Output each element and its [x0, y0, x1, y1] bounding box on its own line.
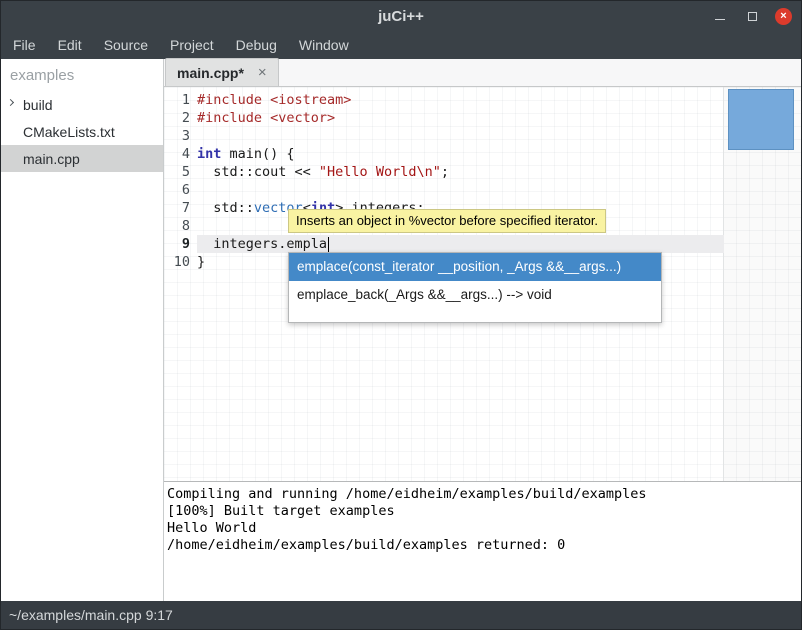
text-caret: [328, 237, 329, 252]
tree-item-label: build: [23, 97, 53, 113]
line-number: 1: [164, 91, 190, 109]
sidebar-item-maincpp[interactable]: main.cpp: [1, 145, 163, 172]
code-line[interactable]: #include <vector>: [197, 109, 724, 127]
tab-maincpp[interactable]: main.cpp* ×: [165, 58, 279, 86]
menu-source[interactable]: Source: [93, 33, 159, 57]
menu-file[interactable]: File: [2, 33, 47, 57]
close-icon: ×: [780, 10, 786, 22]
menu-window[interactable]: Window: [288, 33, 360, 57]
sidebar-item-cmakelists[interactable]: CMakeLists.txt: [1, 118, 163, 145]
title-bar: juCi++ ×: [1, 1, 801, 31]
chevron-right-icon[interactable]: [7, 99, 14, 106]
close-button[interactable]: ×: [775, 8, 792, 25]
line-number: 6: [164, 181, 190, 199]
minimize-icon: [715, 19, 725, 20]
app-window: juCi++ × File Edit Source Project Debug …: [0, 0, 802, 630]
scrollbar-thumb[interactable]: [728, 89, 794, 150]
output-line: Compiling and running /home/eidheim/exam…: [167, 486, 798, 503]
line-number: 4: [164, 145, 190, 163]
restore-button[interactable]: [743, 7, 761, 25]
line-number: 3: [164, 127, 190, 145]
output-line: /home/eidheim/examples/build/examples re…: [167, 537, 798, 554]
minimize-button[interactable]: [711, 7, 729, 25]
line-number: 8: [164, 217, 190, 235]
doc-tooltip: Inserts an object in %vector before spec…: [288, 209, 606, 233]
completion-item[interactable]: emplace_back(_Args &&__args...) --> void: [289, 281, 661, 309]
completion-item[interactable]: emplace(const_iterator __position, _Args…: [289, 253, 661, 281]
code-editor[interactable]: 1 2 3 4 5 6 7 8 9 10 #include <iostream>…: [164, 87, 801, 481]
completion-popup: emplace(const_iterator __position, _Args…: [288, 252, 662, 323]
sidebar: examples build CMakeLists.txt main.cpp: [1, 59, 164, 601]
window-controls: ×: [711, 1, 792, 31]
code-line-current[interactable]: integers.empla: [197, 235, 724, 253]
code-line[interactable]: [197, 181, 724, 199]
menu-bar: File Edit Source Project Debug Window: [1, 31, 801, 59]
line-number: 10: [164, 253, 190, 271]
status-file-position: ~/examples/main.cpp 9:17: [9, 607, 173, 623]
line-number: 7: [164, 199, 190, 217]
line-number: 5: [164, 163, 190, 181]
code-line[interactable]: std::cout << "Hello World\n";: [197, 163, 724, 181]
main-area: examples build CMakeLists.txt main.cpp m…: [1, 59, 801, 601]
file-tree: build CMakeLists.txt main.cpp: [1, 91, 163, 172]
status-bar: ~/examples/main.cpp 9:17: [1, 601, 801, 629]
output-panel[interactable]: Compiling and running /home/eidheim/exam…: [164, 481, 801, 601]
line-number-current: 9: [164, 235, 190, 253]
code-area[interactable]: #include <iostream> #include <vector> in…: [197, 91, 724, 271]
menu-debug[interactable]: Debug: [225, 33, 288, 57]
line-number: 2: [164, 109, 190, 127]
tree-item-label: CMakeLists.txt: [23, 124, 115, 140]
menu-project[interactable]: Project: [159, 33, 225, 57]
sidebar-item-build[interactable]: build: [1, 91, 163, 118]
output-line: Hello World: [167, 520, 798, 537]
code-line[interactable]: [197, 127, 724, 145]
tab-close-icon[interactable]: ×: [258, 64, 267, 81]
tab-label: main.cpp*: [177, 65, 244, 81]
tab-bar: main.cpp* ×: [164, 59, 801, 87]
content-column: main.cpp* × 1 2 3 4 5 6 7 8 9 10: [164, 59, 801, 601]
code-line[interactable]: int main() {: [197, 145, 724, 163]
output-line: [100%] Built target examples: [167, 503, 798, 520]
menu-edit[interactable]: Edit: [47, 33, 93, 57]
tree-item-label: main.cpp: [23, 151, 80, 167]
code-line[interactable]: #include <iostream>: [197, 91, 724, 109]
window-title: juCi++: [378, 8, 424, 25]
line-number-gutter: 1 2 3 4 5 6 7 8 9 10: [164, 91, 190, 271]
restore-icon: [748, 12, 757, 21]
project-folder-label: examples: [1, 59, 163, 91]
